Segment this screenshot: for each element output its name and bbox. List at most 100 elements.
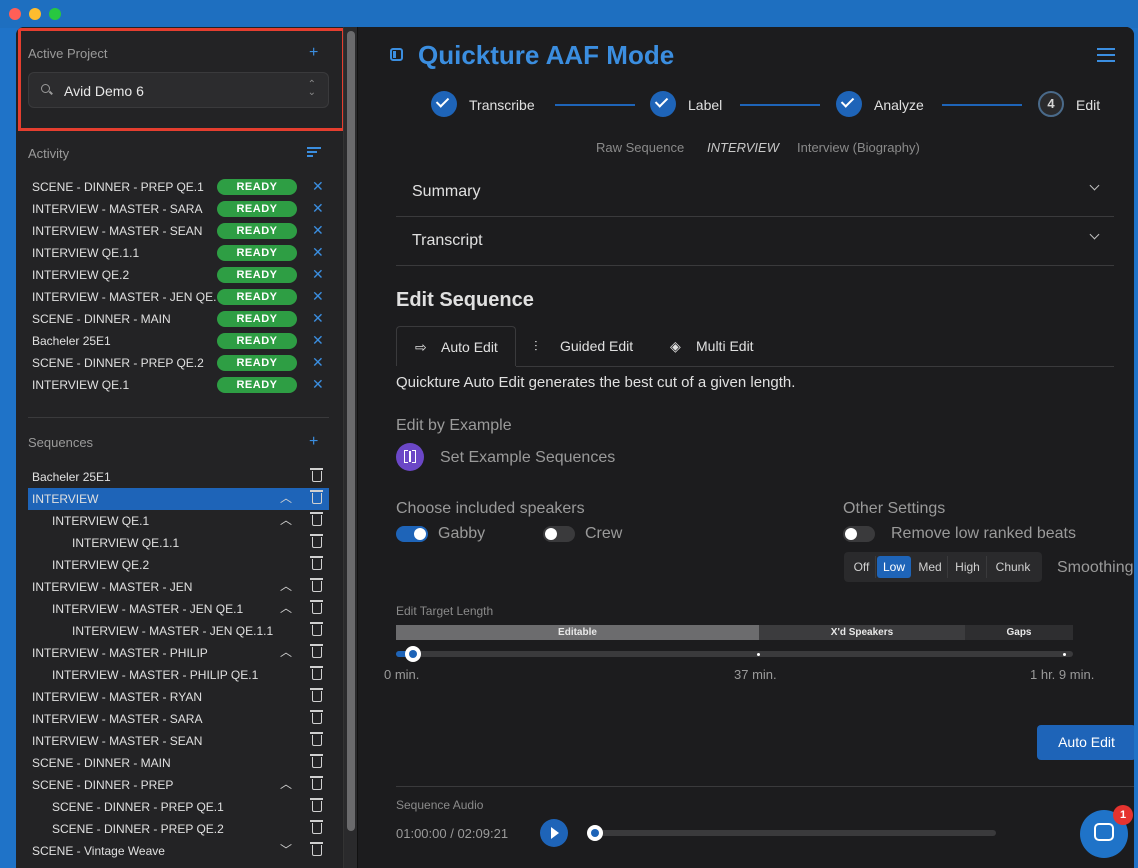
activity-item[interactable]: INTERVIEW QE.2 READY ✕ <box>32 264 332 286</box>
project-select-value: Avid Demo 6 <box>64 83 144 99</box>
summary-accordion[interactable]: Summary <box>396 168 1114 217</box>
trash-icon[interactable] <box>310 512 323 526</box>
crew-toggle[interactable] <box>543 526 575 542</box>
target-length-slider[interactable] <box>396 646 1073 662</box>
trash-icon[interactable] <box>310 820 323 834</box>
sequence-item[interactable]: INTERVIEW - MASTER - JEN ︿ <box>28 576 329 598</box>
trash-icon[interactable] <box>310 644 323 658</box>
slider-thumb[interactable] <box>405 646 421 662</box>
activity-item[interactable]: INTERVIEW - MASTER - SARA READY ✕ <box>32 198 332 220</box>
trash-icon[interactable] <box>310 798 323 812</box>
tab-multi-edit[interactable]: ◈ Multi Edit <box>652 326 762 366</box>
activity-item[interactable]: SCENE - DINNER - MAIN READY ✕ <box>32 308 332 330</box>
remove-low-ranked-toggle[interactable] <box>843 526 875 542</box>
sequence-item[interactable]: INTERVIEW ︿ <box>28 488 329 510</box>
example-sequences-icon[interactable] <box>396 443 424 471</box>
audio-scrubber[interactable] <box>587 825 996 841</box>
remove-activity-icon[interactable]: ✕ <box>312 244 324 261</box>
breadcrumb-raw-sequence[interactable]: Raw Sequence <box>596 140 684 155</box>
chevron-up-icon[interactable]: ︿ <box>280 599 292 616</box>
sequence-item[interactable]: SCENE - DINNER - PREP ︿ <box>28 774 329 796</box>
play-button[interactable] <box>540 819 568 847</box>
remove-activity-icon[interactable]: ✕ <box>312 178 324 195</box>
tab-guided-edit[interactable]: ⫶ Guided Edit <box>516 326 646 366</box>
trash-icon[interactable] <box>310 578 323 592</box>
remove-activity-icon[interactable]: ✕ <box>312 354 324 371</box>
remove-activity-icon[interactable]: ✕ <box>312 332 324 349</box>
trash-icon[interactable] <box>310 468 323 482</box>
remove-activity-icon[interactable]: ✕ <box>312 376 324 393</box>
smoothing-chunk-button[interactable]: Chunk <box>988 556 1038 578</box>
chevron-up-icon[interactable]: ︿ <box>280 511 292 528</box>
sidebar-toggle-icon[interactable] <box>390 48 403 61</box>
sequence-item[interactable]: INTERVIEW QE.1 ︿ <box>28 510 329 532</box>
sequence-item[interactable]: INTERVIEW QE.2 <box>28 554 329 576</box>
sequence-item[interactable]: INTERVIEW - MASTER - PHILIP ︿ <box>28 642 329 664</box>
sequence-item[interactable]: INTERVIEW - MASTER - SEAN <box>28 730 329 752</box>
smoothing-low-button[interactable]: Low <box>877 556 911 578</box>
minimize-window-button[interactable] <box>29 8 41 20</box>
smoothing-med-button[interactable]: Med <box>913 556 948 578</box>
scrollbar-thumb[interactable] <box>347 31 355 831</box>
remove-activity-icon[interactable]: ✕ <box>312 200 324 217</box>
trash-icon[interactable] <box>310 556 323 570</box>
tab-auto-edit[interactable]: ⇨ Auto Edit <box>396 326 516 366</box>
chevron-up-icon[interactable]: ︿ <box>280 489 292 506</box>
remove-activity-icon[interactable]: ✕ <box>312 222 324 239</box>
activity-item[interactable]: INTERVIEW - MASTER - JEN QE.1 READY ✕ <box>32 286 332 308</box>
clear-activity-icon[interactable] <box>307 147 323 159</box>
remove-activity-icon[interactable]: ✕ <box>312 310 324 327</box>
chevron-up-icon[interactable]: ︿ <box>280 775 292 792</box>
remove-activity-icon[interactable]: ✕ <box>312 266 324 283</box>
audio-scrubber-thumb[interactable] <box>587 825 603 841</box>
trash-icon[interactable] <box>310 776 323 790</box>
gabby-toggle[interactable] <box>396 526 428 542</box>
sequence-item[interactable]: INTERVIEW - MASTER - SARA <box>28 708 329 730</box>
sequence-item-name: Bacheler 25E1 <box>32 470 111 484</box>
zoom-window-button[interactable] <box>49 8 61 20</box>
breadcrumb-sequence[interactable]: INTERVIEW <box>707 140 779 155</box>
breadcrumb-type[interactable]: Interview (Biography) <box>797 140 920 155</box>
trash-icon[interactable] <box>310 842 323 856</box>
sequence-item[interactable]: INTERVIEW - MASTER - JEN QE.1 ︿ <box>28 598 329 620</box>
trash-icon[interactable] <box>310 754 323 768</box>
activity-item[interactable]: Bacheler 25E1 READY ✕ <box>32 330 332 352</box>
menu-icon[interactable] <box>1097 48 1115 62</box>
set-example-sequences-link[interactable]: Set Example Sequences <box>440 449 615 467</box>
trash-icon[interactable] <box>310 600 323 614</box>
sequence-item[interactable]: INTERVIEW - MASTER - RYAN <box>28 686 329 708</box>
sequence-item[interactable]: SCENE - DINNER - PREP QE.1 <box>28 796 329 818</box>
trash-icon[interactable] <box>310 490 323 504</box>
close-window-button[interactable] <box>9 8 21 20</box>
chevron-up-icon[interactable]: ︿ <box>280 643 292 660</box>
activity-item[interactable]: SCENE - DINNER - PREP QE.1 READY ✕ <box>32 176 332 198</box>
activity-item[interactable]: INTERVIEW QE.1 READY ✕ <box>32 374 332 396</box>
sequence-item[interactable]: INTERVIEW - MASTER - PHILIP QE.1 <box>28 664 329 686</box>
remove-activity-icon[interactable]: ✕ <box>312 288 324 305</box>
trash-icon[interactable] <box>310 622 323 636</box>
sequence-item[interactable]: SCENE - Vintage Weave ﹀ <box>28 840 329 862</box>
sequence-item[interactable]: INTERVIEW QE.1.1 <box>28 532 329 554</box>
sequence-item[interactable]: SCENE - DINNER - MAIN <box>28 752 329 774</box>
sequence-item[interactable]: SCENE - DINNER - PREP QE.2 <box>28 818 329 840</box>
trash-icon[interactable] <box>310 666 323 680</box>
trash-icon[interactable] <box>310 534 323 548</box>
auto-edit-button[interactable]: Auto Edit <box>1037 725 1134 760</box>
transcript-accordion[interactable]: Transcript <box>396 217 1114 266</box>
trash-icon[interactable] <box>310 732 323 746</box>
activity-item[interactable]: INTERVIEW QE.1.1 READY ✕ <box>32 242 332 264</box>
activity-item[interactable]: SCENE - DINNER - PREP QE.2 READY ✕ <box>32 352 332 374</box>
trash-icon[interactable] <box>310 710 323 724</box>
smoothing-off-button[interactable]: Off <box>848 556 876 578</box>
sequence-item[interactable]: Bacheler 25E1 <box>28 466 329 488</box>
project-select[interactable]: Avid Demo 6 ⌃ ⌄ <box>28 72 329 108</box>
sequence-item[interactable]: INTERVIEW - MASTER - JEN QE.1.1 <box>28 620 329 642</box>
sidebar-scrollbar[interactable] <box>343 27 357 868</box>
add-project-icon[interactable]: + <box>309 45 318 61</box>
trash-icon[interactable] <box>310 688 323 702</box>
chevron-down-icon[interactable]: ﹀ <box>280 841 292 858</box>
chevron-up-icon[interactable]: ︿ <box>280 577 292 594</box>
activity-item[interactable]: INTERVIEW - MASTER - SEAN READY ✕ <box>32 220 332 242</box>
smoothing-high-button[interactable]: High <box>949 556 987 578</box>
add-sequence-icon[interactable]: + <box>309 434 318 450</box>
